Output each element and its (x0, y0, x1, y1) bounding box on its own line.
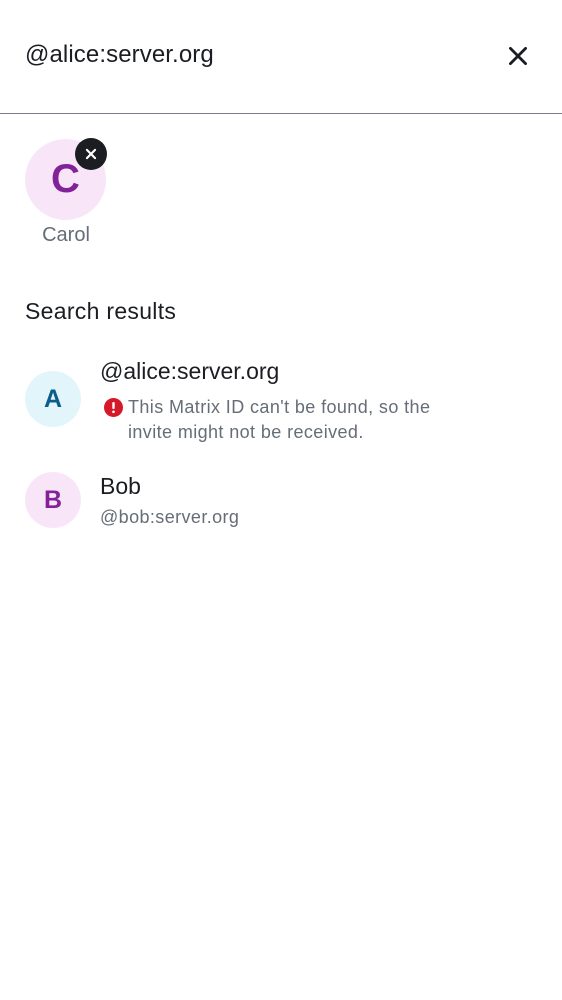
search-input[interactable]: @alice:server.org (25, 41, 214, 69)
result-title: Bob (100, 473, 141, 499)
selected-user-chip[interactable]: C Carol (25, 138, 107, 246)
result-title: @alice:server.org (100, 358, 280, 384)
search-results-title: Search results (25, 298, 177, 324)
avatar: B (25, 472, 81, 528)
remove-user-button[interactable] (75, 138, 107, 170)
close-icon (85, 148, 97, 160)
list-item[interactable]: A @alice:server.org This Matrix ID can't… (0, 355, 562, 455)
close-icon (509, 47, 527, 65)
warning-text: This Matrix ID can't be found, so the in… (128, 397, 431, 442)
search-bar[interactable]: @alice:server.org (0, 0, 562, 114)
close-button[interactable] (500, 38, 536, 74)
list-item[interactable]: B Bob @bob:server.org (0, 468, 562, 532)
result-subtitle: @bob:server.org (100, 507, 240, 527)
error-icon (104, 398, 123, 417)
avatar: A (25, 371, 81, 427)
selected-user-name: Carol (42, 224, 90, 246)
